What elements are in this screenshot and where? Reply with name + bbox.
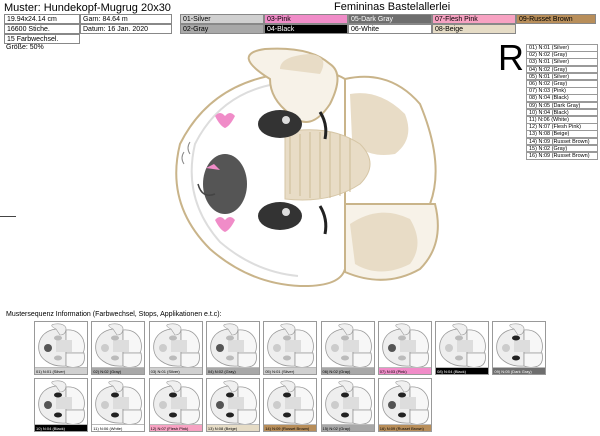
color-swatch: 07-Flesh Pink	[432, 14, 516, 24]
sequence-thumbnail: 01) N:01 (Silver)	[34, 321, 88, 375]
thumbnail-label: 09) N:05 (Dark Gray)	[493, 367, 546, 374]
divider-dash	[0, 216, 16, 217]
color-swatch: 08-Beige	[432, 24, 516, 34]
thumbnail-label: 10) N:04 (Black)	[35, 424, 87, 431]
color-swatch: 05-Dark Gray	[348, 14, 432, 24]
sequence-thumbnail: 14) N:09 (Russet Brown)	[263, 378, 318, 432]
sequence-thumbnail: 02) N:02 (Gray)	[91, 321, 146, 375]
thumbnail-label: 14) N:09 (Russet Brown)	[264, 424, 317, 431]
sequence-thumbnail: 11) N:06 (White)	[91, 378, 146, 432]
thumbnail-label: 04) N:02 (Gray)	[206, 367, 259, 374]
thumbnail-label: 13) N:08 (Beige)	[206, 424, 259, 431]
sequence-thumbnail: 07) N:03 (Pink)	[377, 321, 432, 375]
thumbnail-preview	[439, 323, 486, 368]
embroidery-preview	[175, 47, 439, 288]
sequence-thumbnail: 15) N:02 (Gray)	[320, 378, 375, 432]
lower-eye-highlight	[282, 208, 290, 216]
thumbnail-preview	[324, 380, 372, 425]
thumbnail-preview	[496, 323, 544, 368]
thumbnail-label: 05) N:01 (Silver)	[264, 367, 317, 374]
thumbnail-label: 07) N:03 (Pink)	[378, 367, 431, 374]
thread-length: Garn: 84.64 m	[80, 14, 172, 24]
brand-name: Femininas Bastelallerlei	[334, 1, 451, 13]
sequence-thumbnail: 04) N:02 (Gray)	[205, 321, 260, 375]
nose	[203, 154, 247, 214]
thumbnail-preview	[210, 323, 257, 368]
thumbnail-label: 16) N:09 (Russet Brown)	[378, 424, 431, 431]
thumbnail-preview	[152, 380, 200, 425]
thumbnail-label: 06) N:02 (Gray)	[321, 367, 374, 374]
thumbnail-preview	[95, 323, 143, 368]
sequence-thumbnail: 09) N:05 (Dark Gray)	[492, 321, 547, 375]
thumbnail-label: 12) N:07 (Flesh Pink)	[149, 424, 202, 431]
thumbnail-preview	[152, 323, 200, 368]
color-swatch: 06-White	[348, 24, 432, 34]
thumbnail-label: 11) N:06 (White)	[92, 424, 145, 431]
upper-eye	[258, 110, 302, 138]
sequence-thumbnail: 06) N:02 (Gray)	[320, 321, 375, 375]
color-swatch: 04-Black	[264, 24, 348, 34]
thumbnail-preview	[382, 323, 429, 368]
thumbnail-preview	[95, 380, 143, 425]
thumbnail-preview	[382, 380, 429, 425]
thumbnail-preview	[38, 323, 85, 368]
color-change-count: 15 Farbwechsel.	[4, 34, 80, 44]
thumbnail-label: 03) N:01 (Silver)	[149, 367, 202, 374]
thumbnail-preview	[324, 323, 372, 368]
sequence-thumbnail: 12) N:07 (Flesh Pink)	[148, 378, 203, 432]
thumbnail-preview	[267, 323, 315, 368]
letter-mark: R	[498, 37, 524, 78]
right-ear-lower-fill	[350, 212, 418, 272]
color-swatch: 01-Silver	[180, 14, 264, 24]
thumbnail-preview	[210, 380, 257, 425]
lower-eye	[258, 202, 302, 230]
sequence-item: 16) N:09 (Russet Brown)	[526, 152, 598, 160]
design-size: 19.94x24.14 cm	[4, 14, 80, 24]
sequence-thumbnail: 05) N:01 (Silver)	[263, 321, 318, 375]
color-swatch: 02-Gray	[180, 24, 264, 34]
color-swatch: 09-Russet Brown	[516, 14, 596, 24]
thumbnail-label: 02) N:02 (Gray)	[92, 367, 145, 374]
stitch-count: 16600 Stiche.	[4, 24, 80, 34]
thumbnail-preview	[267, 380, 315, 425]
sequence-thumbnail: 10) N:04 (Black)	[34, 378, 88, 432]
page-title: Muster: Hundekopf-Mugrug 20x30	[4, 2, 171, 14]
sequence-thumbnail: 13) N:08 (Beige)	[205, 378, 260, 432]
size-label: Größe: 50%	[6, 44, 44, 51]
thumbnail-label: 01) N:01 (Silver)	[35, 367, 87, 374]
thumbnail-label: 15) N:02 (Gray)	[321, 424, 374, 431]
color-swatch: 03-Pink	[264, 14, 348, 24]
sequence-thumbnail: 03) N:01 (Silver)	[148, 321, 203, 375]
sequence-info-heading: Mustersequenz Information (Farbwechsel, …	[6, 311, 222, 318]
sequence-thumbnail: 16) N:09 (Russet Brown)	[377, 378, 432, 432]
sequence-thumbnail: 08) N:04 (Black)	[435, 321, 490, 375]
design-date: Datum: 16 Jan. 2020	[80, 24, 172, 34]
thumbnail-preview	[38, 380, 85, 425]
thumbnail-label: 08) N:04 (Black)	[436, 367, 489, 374]
upper-eye-highlight	[282, 116, 290, 124]
